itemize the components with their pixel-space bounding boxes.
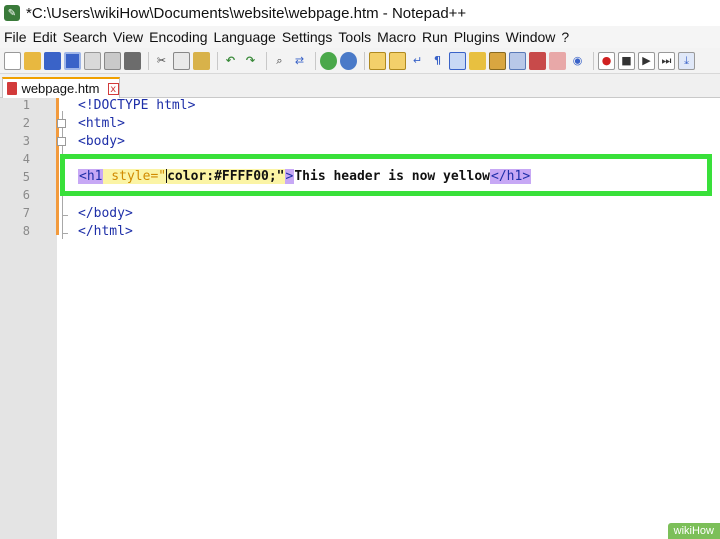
indent-guide-icon[interactable] xyxy=(449,51,466,70)
stop-macro-icon[interactable]: ■ xyxy=(618,51,635,70)
line-number: 6 xyxy=(22,188,30,202)
tab-bar: webpage.htm x xyxy=(0,75,720,98)
menu-language[interactable]: Language xyxy=(211,29,279,45)
fold-end-html xyxy=(62,233,68,234)
monitoring-icon[interactable] xyxy=(549,51,566,70)
run-macro-multiple-icon[interactable]: ⏭ xyxy=(658,51,675,70)
menu-window[interactable]: Window xyxy=(503,29,559,45)
find-icon[interactable]: ⌕ xyxy=(271,52,288,70)
line-number: 4 xyxy=(22,152,30,166)
fold-body-icon[interactable] xyxy=(57,137,66,146)
folder-as-workspace-icon[interactable] xyxy=(529,51,546,70)
header-text: This header is now yellow xyxy=(294,168,491,184)
tab-webpage-htm[interactable]: webpage.htm x xyxy=(2,77,120,98)
title-bar: ✎ *C:\Users\wikiHow\Documents\website\we… xyxy=(0,0,720,26)
h1-open-tag: <h1 xyxy=(78,168,104,184)
toolbar-separator xyxy=(217,51,218,70)
toolbar: ✂ ↶ ↷ ⌕ ⇄ ↵ ¶ ◉ ● ■ ▶ ⏭ ⤓ xyxy=(0,48,720,74)
line-number: 2 xyxy=(22,116,30,130)
line-number: 8 xyxy=(22,224,30,238)
line-number-gutter: 1 2 3 4 5 6 7 8 xyxy=(0,98,57,539)
print-icon[interactable] xyxy=(124,51,141,70)
menu-search[interactable]: Search xyxy=(60,29,110,45)
toolbar-separator xyxy=(315,51,316,70)
notepadpp-app-icon: ✎ xyxy=(4,5,20,21)
cut-icon[interactable]: ✂ xyxy=(153,52,170,70)
view-icon[interactable]: ◉ xyxy=(569,52,586,70)
code-line-7: </body> xyxy=(78,206,133,221)
save-all-icon[interactable] xyxy=(64,51,81,70)
toolbar-separator xyxy=(148,51,149,70)
user-defined-language-icon[interactable] xyxy=(469,51,486,70)
line-number: 3 xyxy=(22,134,30,148)
paste-icon[interactable] xyxy=(193,51,210,70)
undo-icon[interactable]: ↶ xyxy=(222,52,239,70)
menu-view[interactable]: View xyxy=(110,29,146,45)
code-line-1: <!DOCTYPE html> xyxy=(78,98,196,113)
copy-icon[interactable] xyxy=(173,51,190,70)
code-line-8: </html> xyxy=(78,224,133,239)
menu-macro[interactable]: Macro xyxy=(374,29,419,45)
sync-vertical-icon[interactable] xyxy=(369,51,386,70)
replace-icon[interactable]: ⇄ xyxy=(291,52,308,70)
h1-close-tag: </h1> xyxy=(490,168,532,184)
window-title: *C:\Users\wikiHow\Documents\website\webp… xyxy=(26,4,467,22)
close-file-icon[interactable] xyxy=(84,51,101,70)
menu-bar: File Edit Search View Encoding Language … xyxy=(0,26,720,48)
zoom-in-icon[interactable] xyxy=(320,51,337,70)
line-number: 1 xyxy=(22,98,30,112)
menu-tools[interactable]: Tools xyxy=(335,29,374,45)
toolbar-separator xyxy=(593,51,594,70)
menu-file[interactable]: File xyxy=(0,29,30,45)
style-attribute: style=" xyxy=(103,168,167,184)
menu-run[interactable]: Run xyxy=(419,29,451,45)
editor-area[interactable]: 1 2 3 4 5 6 7 8 <!DOCTYPE html> <html> <… xyxy=(0,98,720,539)
save-macro-icon[interactable]: ⤓ xyxy=(678,51,695,70)
tab-label: webpage.htm xyxy=(21,81,100,96)
unsaved-file-icon xyxy=(7,82,18,95)
sync-horizontal-icon[interactable] xyxy=(389,51,406,70)
zoom-out-icon[interactable] xyxy=(340,51,357,70)
save-icon[interactable] xyxy=(44,51,61,70)
function-list-icon[interactable] xyxy=(509,51,526,70)
code-line-5: <h1 style=" color:#FFFF00;" > This header i… xyxy=(78,166,532,186)
document-map-icon[interactable] xyxy=(489,51,506,70)
watermark-logo: wikiHow xyxy=(667,523,720,539)
menu-encoding[interactable]: Encoding xyxy=(146,29,210,45)
fold-end-body xyxy=(62,215,68,216)
new-file-icon[interactable] xyxy=(4,51,21,70)
record-macro-icon[interactable]: ● xyxy=(598,51,615,70)
code-line-3: <body> xyxy=(78,134,125,149)
style-value: color:#FFFF00;" xyxy=(167,168,285,184)
toolbar-separator xyxy=(364,51,365,70)
line-number: 5 xyxy=(22,170,30,184)
menu-plugins[interactable]: Plugins xyxy=(451,29,503,45)
word-wrap-icon[interactable]: ↵ xyxy=(409,52,426,70)
code-line-2: <html> xyxy=(78,116,125,131)
menu-help[interactable]: ? xyxy=(558,29,572,45)
menu-settings[interactable]: Settings xyxy=(279,29,336,45)
close-all-icon[interactable] xyxy=(104,51,121,70)
toolbar-separator xyxy=(266,51,267,70)
fold-html-icon[interactable] xyxy=(57,119,66,128)
play-macro-icon[interactable]: ▶ xyxy=(638,51,655,70)
h1-open-bracket: > xyxy=(284,168,295,184)
open-folder-icon[interactable] xyxy=(24,51,41,70)
redo-icon[interactable]: ↷ xyxy=(242,52,259,70)
show-all-characters-icon[interactable]: ¶ xyxy=(429,52,446,70)
close-tab-icon[interactable]: x xyxy=(107,82,119,95)
menu-edit[interactable]: Edit xyxy=(30,29,60,45)
line-number: 7 xyxy=(22,206,30,220)
